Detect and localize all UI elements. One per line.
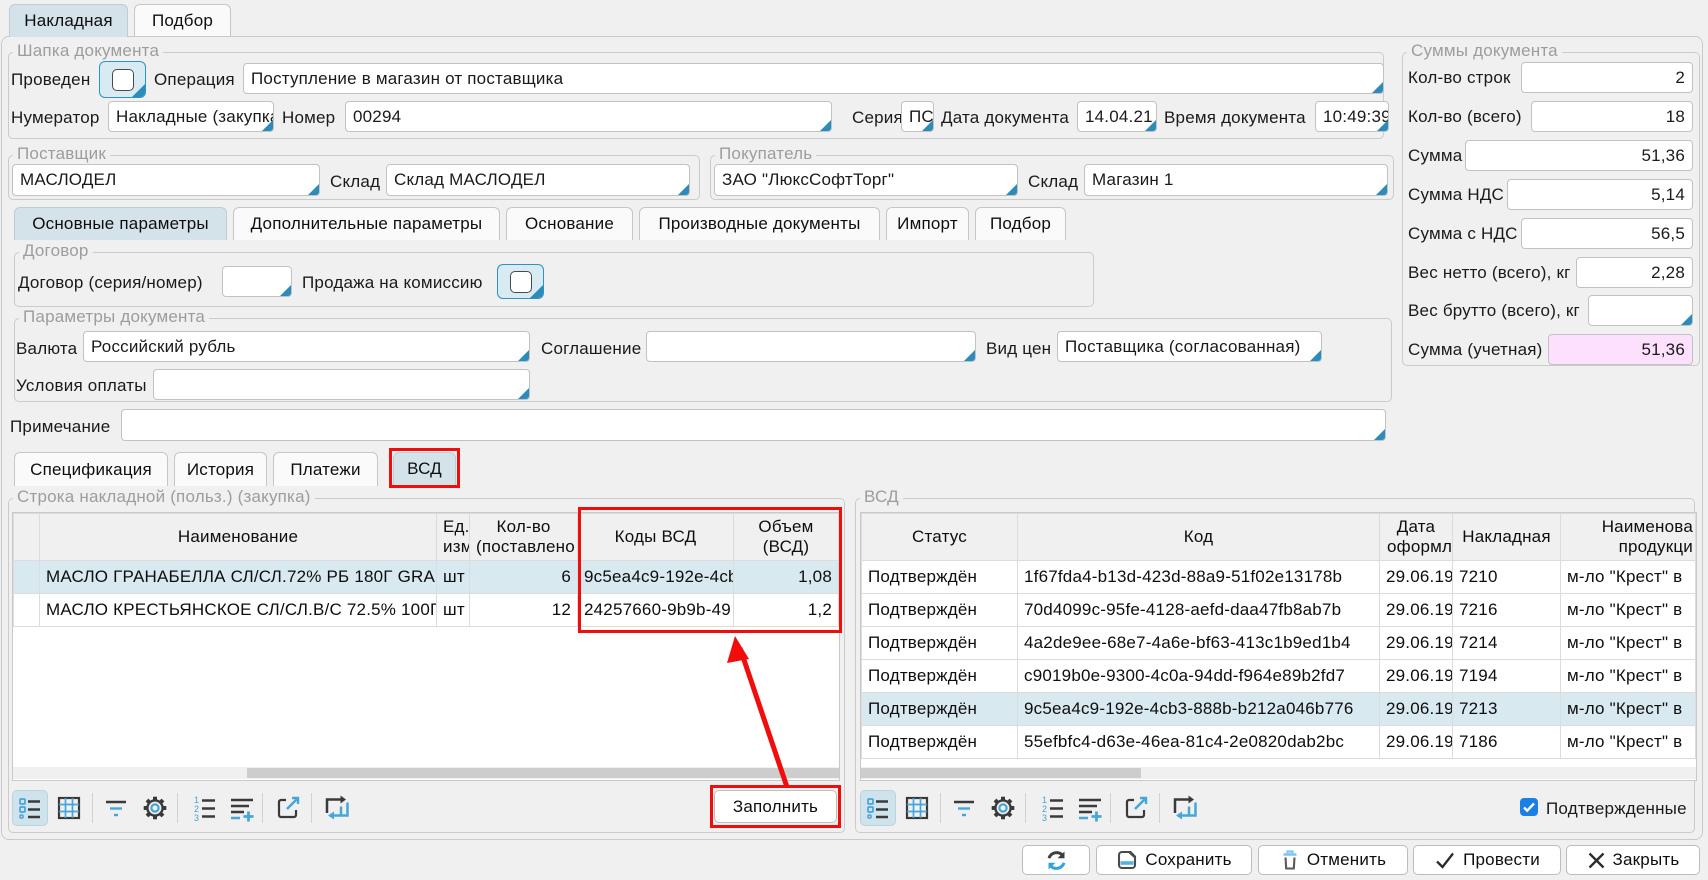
svg-text:3: 3 — [1042, 813, 1047, 823]
svg-text:3: 3 — [194, 813, 199, 823]
